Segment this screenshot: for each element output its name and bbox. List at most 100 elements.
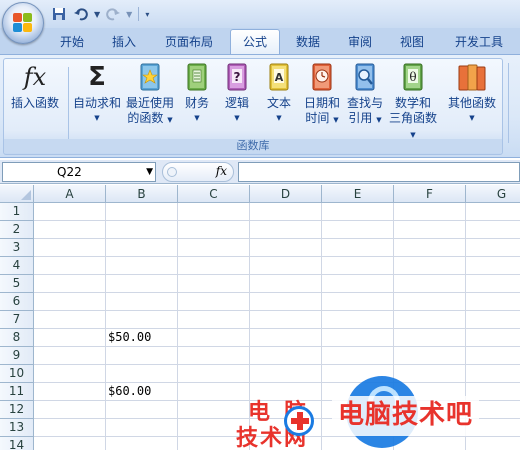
cell-a6[interactable] [34,293,106,311]
autosum-button[interactable]: Σ 自动求和 ▼ [70,61,124,126]
cell-e12[interactable] [322,401,394,419]
cell-a1[interactable] [34,203,106,221]
cell-c10[interactable] [178,365,250,383]
redo-icon[interactable] [104,5,122,23]
cell-f2[interactable] [394,221,466,239]
row-header-4[interactable]: 4 [0,257,34,275]
column-header-d[interactable]: D [250,185,322,203]
cell-f11[interactable] [394,383,466,401]
cell-f1[interactable] [394,203,466,221]
cell-g5[interactable] [466,275,520,293]
cell-g7[interactable] [466,311,520,329]
cell-e5[interactable] [322,275,394,293]
cell-b9[interactable] [106,347,178,365]
cell-g3[interactable] [466,239,520,257]
cell-b3[interactable] [106,239,178,257]
cell-d3[interactable] [250,239,322,257]
cell-a13[interactable] [34,419,106,437]
cell-a14[interactable] [34,437,106,450]
logical-button[interactable]: ? 逻辑 ▼ [220,61,254,126]
cell-e14[interactable] [322,437,394,450]
cell-c7[interactable] [178,311,250,329]
row-header-5[interactable]: 5 [0,275,34,293]
cell-a11[interactable] [34,383,106,401]
cell-d1[interactable] [250,203,322,221]
cell-b8[interactable]: $50.00 [106,329,178,347]
cell-d6[interactable] [250,293,322,311]
column-header-b[interactable]: B [106,185,178,203]
customize-qat-icon[interactable]: ▾ [145,10,149,19]
row-header-2[interactable]: 2 [0,221,34,239]
cell-d8[interactable] [250,329,322,347]
tab-view[interactable]: 视图 [392,31,432,54]
cell-g8[interactable] [466,329,520,347]
date-time-button[interactable]: 日期和 时间 ▼ [302,61,342,128]
cell-g2[interactable] [466,221,520,239]
cell-e3[interactable] [322,239,394,257]
cell-c3[interactable] [178,239,250,257]
undo-icon[interactable] [72,5,90,23]
math-trig-button[interactable]: θ 数学和 三角函数 ▼ [386,61,440,143]
office-button[interactable] [2,2,44,44]
cell-d14[interactable] [250,437,322,450]
cell-f5[interactable] [394,275,466,293]
cell-g4[interactable] [466,257,520,275]
cell-a9[interactable] [34,347,106,365]
expand-handle-icon[interactable] [167,167,177,177]
cell-f13[interactable] [394,419,466,437]
save-icon[interactable] [50,5,68,23]
cell-g14[interactable] [466,437,520,450]
cell-f3[interactable] [394,239,466,257]
cell-f8[interactable] [394,329,466,347]
text-button[interactable]: A 文本 ▼ [262,61,296,126]
cell-e6[interactable] [322,293,394,311]
cell-e4[interactable] [322,257,394,275]
cell-b11[interactable]: $60.00 [106,383,178,401]
cell-c12[interactable] [178,401,250,419]
cell-g10[interactable] [466,365,520,383]
row-header-1[interactable]: 1 [0,203,34,221]
cell-b5[interactable] [106,275,178,293]
cell-f12[interactable] [394,401,466,419]
cell-g1[interactable] [466,203,520,221]
cell-b12[interactable] [106,401,178,419]
tab-page-layout[interactable]: 页面布局 [157,31,221,54]
column-header-g[interactable]: G [466,185,520,203]
cell-c4[interactable] [178,257,250,275]
cell-e9[interactable] [322,347,394,365]
recently-used-button[interactable]: 最近使用 的函数 ▼ [122,61,178,128]
more-functions-button[interactable]: 其他函数 ▼ [444,61,500,126]
cell-e1[interactable] [322,203,394,221]
cell-b13[interactable] [106,419,178,437]
lookup-reference-button[interactable]: 查找与 引用 ▼ [344,61,386,128]
cell-a4[interactable] [34,257,106,275]
row-header-11[interactable]: 11 [0,383,34,401]
cell-g12[interactable] [466,401,520,419]
cell-d9[interactable] [250,347,322,365]
row-header-14[interactable]: 14 [0,437,34,450]
cell-g9[interactable] [466,347,520,365]
cell-d12[interactable] [250,401,322,419]
row-header-13[interactable]: 13 [0,419,34,437]
cell-g11[interactable] [466,383,520,401]
cell-e7[interactable] [322,311,394,329]
cell-a8[interactable] [34,329,106,347]
cell-c13[interactable] [178,419,250,437]
cell-b6[interactable] [106,293,178,311]
redo-dropdown-icon[interactable]: ▼ [126,10,132,19]
cell-b2[interactable] [106,221,178,239]
row-header-3[interactable]: 3 [0,239,34,257]
cell-d4[interactable] [250,257,322,275]
cell-f10[interactable] [394,365,466,383]
row-header-7[interactable]: 7 [0,311,34,329]
cell-c1[interactable] [178,203,250,221]
cell-c6[interactable] [178,293,250,311]
cell-b10[interactable] [106,365,178,383]
undo-dropdown-icon[interactable]: ▼ [94,10,100,19]
cell-b4[interactable] [106,257,178,275]
cell-d2[interactable] [250,221,322,239]
cell-g13[interactable] [466,419,520,437]
cell-a5[interactable] [34,275,106,293]
cell-f4[interactable] [394,257,466,275]
tab-data[interactable]: 数据 [288,31,328,54]
